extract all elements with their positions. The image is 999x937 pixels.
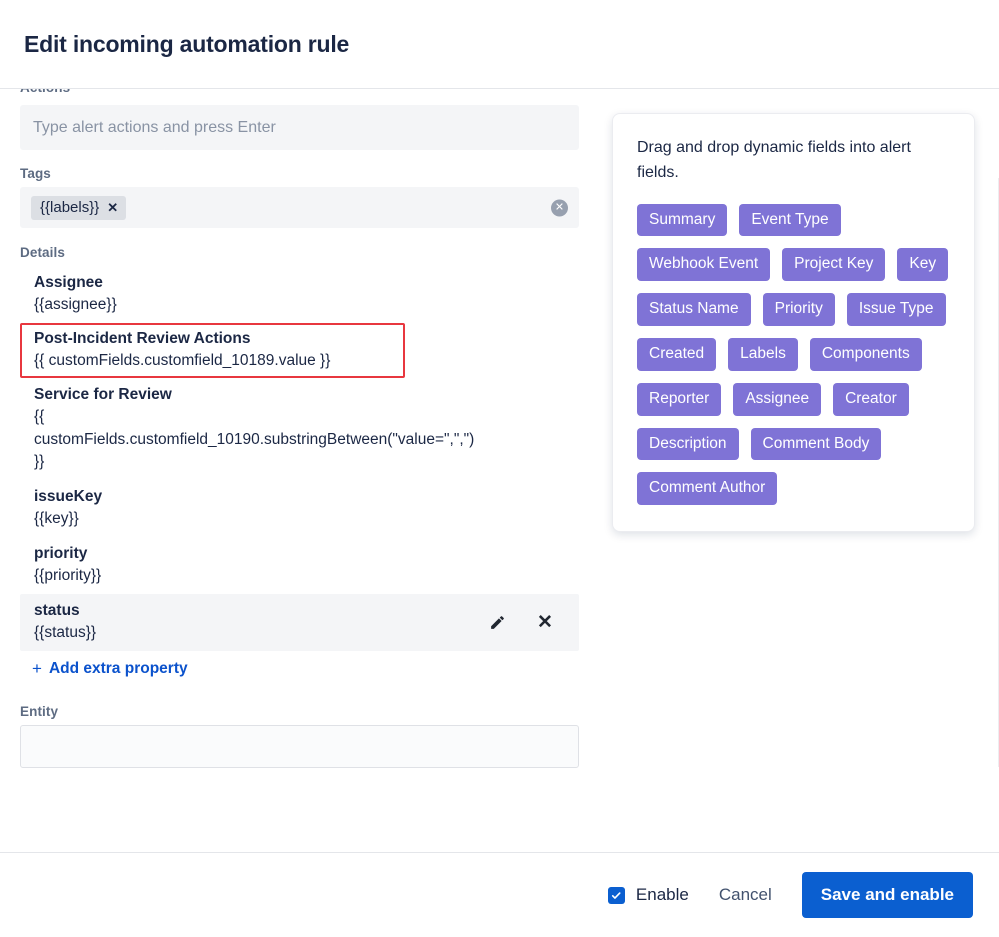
dialog-footer: Enable Cancel Save and enable xyxy=(0,852,999,937)
detail-value: {{key}} xyxy=(34,510,79,528)
save-and-enable-button[interactable]: Save and enable xyxy=(801,872,973,918)
dynamic-field-chip[interactable]: Reporter xyxy=(637,382,722,416)
dynamic-fields-hint: Drag and drop dynamic fields into alert … xyxy=(637,139,911,181)
details-section: Details Assignee {{assignee}} Post-Incid… xyxy=(20,245,580,678)
tag-chip-label: {{labels}} xyxy=(40,198,100,216)
actions-label: Actions xyxy=(20,89,70,95)
add-extra-property-button[interactable]: + Add extra property xyxy=(32,660,580,678)
detail-row[interactable]: priority {{priority}} xyxy=(20,537,579,594)
detail-key: Assignee xyxy=(34,274,103,291)
dynamic-field-chip[interactable]: Created xyxy=(637,338,717,371)
add-extra-property-label: Add extra property xyxy=(48,659,188,677)
detail-row-texts: issueKey {{key}} xyxy=(34,486,102,531)
dynamic-field-chip[interactable]: Components xyxy=(809,338,922,371)
entity-label: Entity xyxy=(20,703,59,719)
enable-checkbox[interactable] xyxy=(607,886,625,904)
detail-key: status xyxy=(34,601,80,619)
entity-section: Entity xyxy=(20,704,580,768)
detail-value: {{ customFields.customfield_10189.value … xyxy=(34,352,331,370)
tags-label: Tags xyxy=(20,166,51,181)
detail-row-highlighted[interactable]: Post-Incident Review Actions {{ customFi… xyxy=(20,322,405,378)
detail-row[interactable]: issueKey {{key}} xyxy=(20,480,579,537)
page-title: Edit incoming automation rule xyxy=(24,30,350,57)
detail-key: Service for Review xyxy=(34,385,172,403)
dynamic-field-chip[interactable]: Issue Type xyxy=(846,293,946,327)
pencil-icon[interactable] xyxy=(487,612,507,632)
cancel-button[interactable]: Cancel xyxy=(711,879,780,911)
tags-section: Tags {{labels}} ✕ ✕ xyxy=(20,166,580,228)
dynamic-field-chip[interactable]: Assignee xyxy=(733,382,822,416)
detail-value: {{ customFields.customfield_10190.substr… xyxy=(34,408,475,471)
dialog-header: Edit incoming automation rule xyxy=(0,0,999,89)
detail-value: {{priority}} xyxy=(34,567,102,585)
dynamic-field-chip[interactable]: Summary xyxy=(637,203,728,237)
edit-automation-rule-dialog: Edit incoming automation rule Actions Ty… xyxy=(0,0,999,937)
form-column: Actions Type alert actions and press Ent… xyxy=(0,89,600,852)
detail-key: issueKey xyxy=(34,487,103,505)
detail-row-texts: status {{status}} xyxy=(34,600,96,645)
clear-circle-icon[interactable]: ✕ xyxy=(551,199,568,216)
detail-key: Post-Incident Review Actions xyxy=(34,329,251,347)
dynamic-field-chip[interactable]: Labels xyxy=(728,338,798,371)
dynamic-field-chip[interactable]: Description xyxy=(637,427,739,461)
dynamic-field-chip[interactable]: Event Type xyxy=(739,203,841,237)
dynamic-field-chip[interactable]: Webhook Event xyxy=(637,248,771,282)
detail-row-texts: Post-Incident Review Actions {{ customFi… xyxy=(34,328,330,373)
dynamic-fields-list: Summary Event Type Webhook Event Project… xyxy=(637,203,950,506)
detail-row-texts: Service for Review {{ customFields.custo… xyxy=(34,384,474,474)
details-label: Details xyxy=(20,245,65,260)
detail-value: {{assignee}} xyxy=(34,296,117,314)
detail-row-texts: priority {{priority}} xyxy=(34,543,101,588)
detail-row-hovered[interactable]: status {{status}} ✕ xyxy=(20,593,579,651)
dynamic-field-chip[interactable]: Creator xyxy=(833,382,909,416)
enable-label: Enable xyxy=(635,885,689,904)
dynamic-fields-column: Drag and drop dynamic fields into alert … xyxy=(600,89,999,533)
detail-key: priority xyxy=(34,544,88,562)
close-icon[interactable]: ✕ xyxy=(107,201,118,214)
detail-row-texts: Assignee {{assignee}} xyxy=(34,272,117,317)
detail-value: {{status}} xyxy=(34,624,97,642)
detail-row[interactable]: Assignee {{assignee}} xyxy=(20,266,579,323)
dynamic-field-chip[interactable]: Project Key xyxy=(782,248,886,282)
dynamic-field-chip[interactable]: Key xyxy=(897,248,949,282)
alert-actions-input[interactable]: Type alert actions and press Enter xyxy=(20,105,579,150)
dynamic-field-chip[interactable]: Comment Body xyxy=(750,427,882,461)
dynamic-field-chip[interactable]: Priority xyxy=(762,293,835,327)
close-icon[interactable]: ✕ xyxy=(535,612,555,632)
enable-checkbox-group[interactable]: Enable xyxy=(607,885,689,905)
tag-chip[interactable]: {{labels}} ✕ xyxy=(31,195,127,220)
dynamic-fields-card: Drag and drop dynamic fields into alert … xyxy=(612,113,975,533)
dialog-body: Actions Type alert actions and press Ent… xyxy=(0,89,999,852)
plus-icon: + xyxy=(32,659,42,679)
actions-label-clipped: Actions xyxy=(20,89,580,105)
detail-row[interactable]: Service for Review {{ customFields.custo… xyxy=(20,378,579,480)
entity-input[interactable] xyxy=(20,724,579,768)
dynamic-field-chip[interactable]: Status Name xyxy=(637,293,751,327)
tags-input[interactable]: {{labels}} ✕ ✕ xyxy=(20,187,579,228)
dynamic-field-chip[interactable]: Comment Author xyxy=(637,472,778,506)
detail-row-actions: ✕ xyxy=(487,612,577,632)
alert-actions-placeholder: Type alert actions and press Enter xyxy=(33,118,276,136)
